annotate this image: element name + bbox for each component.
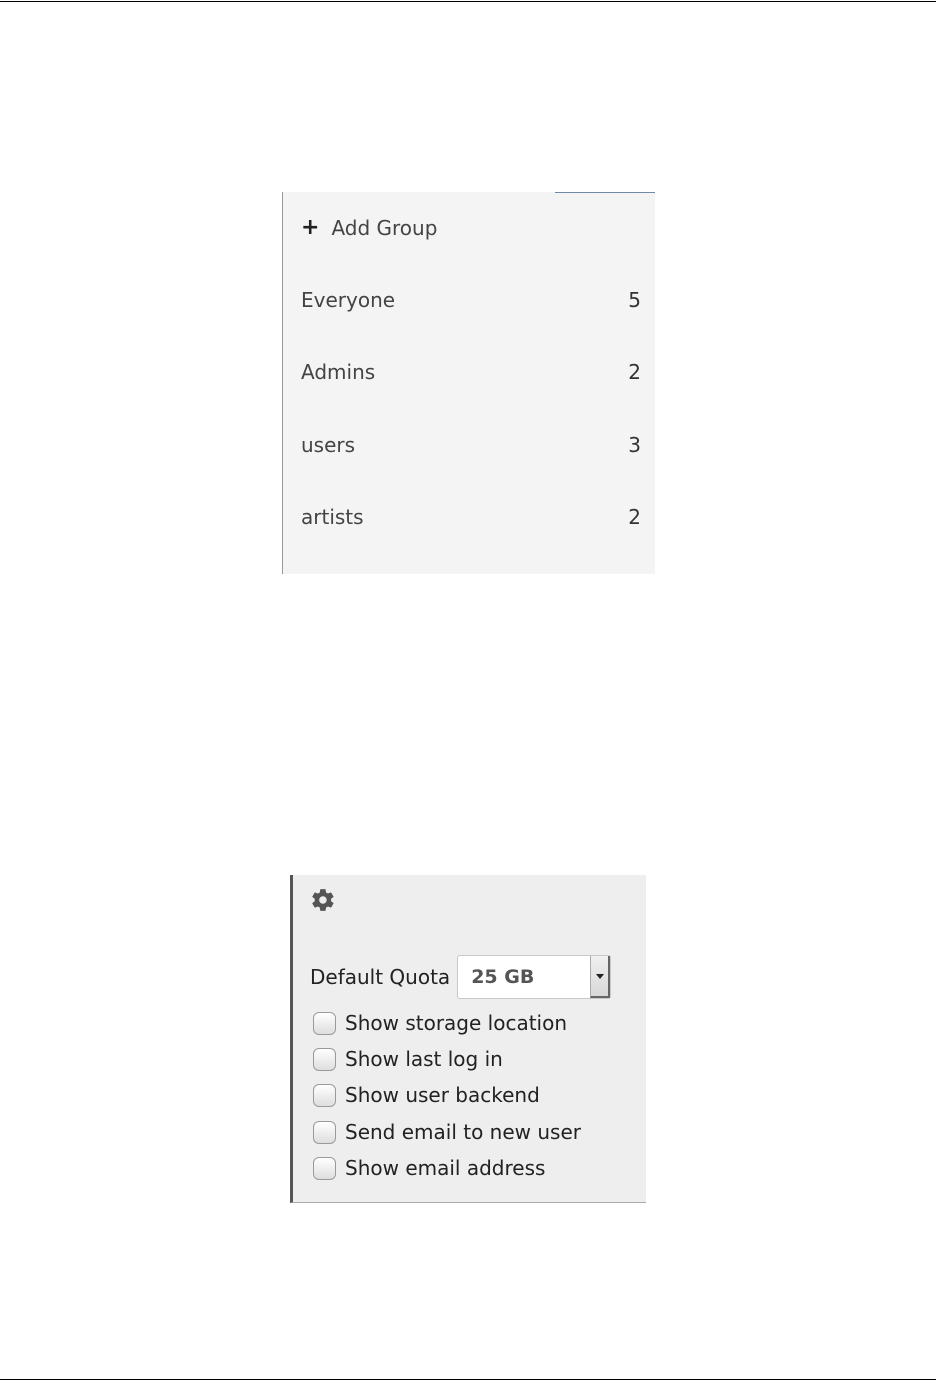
option-label: Show storage location [345,1011,568,1035]
gear-icon[interactable] [310,887,336,913]
checkbox[interactable] [313,1011,336,1035]
option-label: Show last log in [345,1047,503,1071]
group-item-artists[interactable]: artists 2 [283,481,655,553]
group-name: users [301,433,356,457]
group-item-everyone[interactable]: Everyone 5 [283,264,655,336]
chevron-down-icon[interactable] [590,956,611,998]
group-item-users[interactable]: users 3 [283,409,655,481]
option-show-email-address[interactable]: Show email address [313,1153,545,1183]
group-count: 2 [628,505,641,529]
group-count: 2 [628,360,641,384]
group-name: artists [301,505,364,529]
group-name: Admins [301,360,376,384]
group-name: Everyone [301,288,396,312]
option-label: Show email address [345,1156,546,1180]
plus-icon: + [301,215,320,240]
page-bottom-rule [0,1379,936,1380]
option-label: Show user backend [345,1083,540,1107]
group-item-admins[interactable]: Admins 2 [283,336,655,408]
group-count: 3 [628,433,641,457]
checkbox[interactable] [313,1047,336,1071]
default-quota-select[interactable]: 25 GB [457,955,612,999]
option-show-storage-location[interactable]: Show storage location [313,1008,567,1038]
option-send-email-to-new-user[interactable]: Send email to new user [313,1117,581,1147]
option-label: Send email to new user [345,1120,581,1144]
checkbox[interactable] [313,1120,336,1144]
default-quota-value: 25 GB [471,966,535,988]
option-show-last-log-in[interactable]: Show last log in [313,1044,503,1074]
checkbox[interactable] [313,1083,336,1107]
add-group-label: Add Group [331,216,438,240]
checkbox[interactable] [313,1156,336,1180]
default-quota-label: Default Quota [310,965,451,989]
group-count: 5 [628,288,641,312]
add-group-button[interactable]: + Add Group [283,192,655,264]
default-quota-row: Default Quota 25 GB [310,954,630,1000]
groups-panel: + Add Group Everyone 5 Admins 2 users 3 … [282,192,655,574]
settings-panel: Default Quota 25 GB Show storage locatio… [290,875,646,1203]
option-show-user-backend[interactable]: Show user backend [313,1080,540,1110]
page-top-rule [0,1,936,2]
